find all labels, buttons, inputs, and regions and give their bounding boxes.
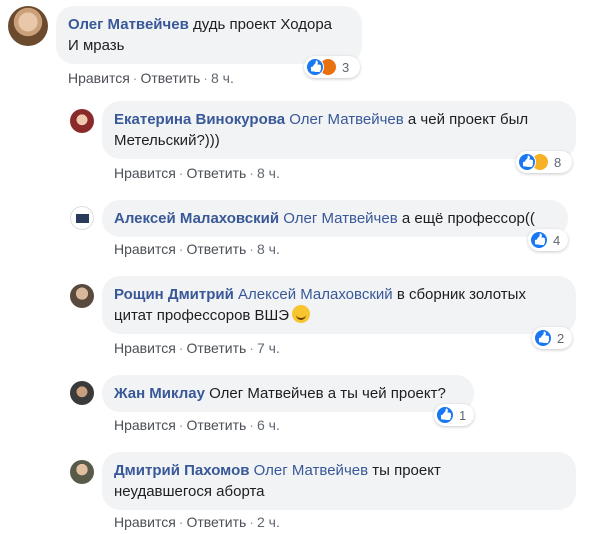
reaction-summary[interactable]: 8 — [516, 151, 572, 173]
comment-actions: Нравится · Ответить · 7 ч. — [114, 340, 280, 356]
reaction-count: 3 — [342, 59, 350, 75]
reply-link[interactable]: Ответить — [140, 70, 200, 86]
mention-link[interactable]: Олег Матвейчев — [289, 111, 403, 128]
avatar[interactable] — [70, 206, 94, 230]
mention-link[interactable]: Олег Матвейчев — [254, 462, 368, 479]
comment-author[interactable]: Екатерина Винокурова — [114, 111, 285, 128]
like-link[interactable]: Нравится — [114, 417, 176, 433]
comment-actions: Нравится · Ответить · 6 ч. — [114, 417, 280, 433]
comment-author[interactable]: Олег Матвейчев — [68, 16, 189, 33]
timestamp[interactable]: 8 ч. — [257, 241, 280, 257]
comment-actions: Нравится · Ответить · 8 ч. — [114, 241, 280, 257]
like-reaction-icon — [518, 153, 536, 171]
comment-text: цитат профессоров ВШЭ — [114, 307, 290, 324]
reaction-count: 1 — [459, 407, 467, 423]
like-link[interactable]: Нравится — [114, 514, 176, 530]
smile-emoji-icon — [292, 305, 311, 323]
comment-author[interactable]: Дмитрий Пахомов — [114, 462, 249, 479]
comment-text: в сборник золотых — [396, 286, 526, 303]
timestamp[interactable]: 8 ч. — [257, 165, 280, 181]
timestamp[interactable]: 7 ч. — [257, 340, 280, 356]
comment-text: а ты чей проект? — [327, 385, 446, 402]
comment-text: ты проект — [372, 462, 441, 479]
reply-link[interactable]: Ответить — [186, 241, 246, 257]
comment-text: И мразь — [68, 37, 125, 54]
mention-link[interactable]: Алексей Малаховский — [238, 286, 393, 303]
mention-link[interactable]: Олег Матвейчев — [283, 210, 397, 227]
comment-text: Метельский?))) — [114, 132, 220, 149]
avatar[interactable] — [70, 460, 94, 484]
timestamp[interactable]: 2 ч. — [257, 514, 280, 530]
avatar[interactable] — [8, 6, 48, 46]
like-reaction-icon — [306, 58, 324, 76]
comment-bubble: Дмитрий Пахомов Олег Матвейчев ты проект… — [102, 452, 576, 510]
comment-author[interactable]: Рощин Дмитрий — [114, 286, 234, 303]
reaction-count: 4 — [553, 232, 561, 248]
reply-link[interactable]: Ответить — [186, 165, 246, 181]
comment-text: а чей проект был — [407, 111, 529, 128]
reply-link[interactable]: Ответить — [186, 417, 246, 433]
timestamp[interactable]: 6 ч. — [257, 417, 280, 433]
like-link[interactable]: Нравится — [68, 70, 130, 86]
like-link[interactable]: Нравится — [114, 241, 176, 257]
reply-link[interactable]: Ответить — [186, 514, 246, 530]
reaction-count: 2 — [557, 330, 565, 346]
timestamp[interactable]: 8 ч. — [211, 70, 234, 86]
avatar[interactable] — [70, 109, 94, 133]
like-reaction-icon — [530, 231, 548, 249]
like-reaction-icon — [534, 329, 552, 347]
comment-bubble: Рощин Дмитрий Алексей Малаховский в сбор… — [102, 276, 576, 334]
comment-actions: Нравится · Ответить · 2 ч. — [114, 514, 280, 530]
comment-bubble: Екатерина Винокурова Олег Матвейчев а че… — [102, 101, 576, 159]
comment-text: дудь проект Ходора — [192, 16, 333, 33]
like-link[interactable]: Нравится — [114, 165, 176, 181]
avatar[interactable] — [70, 381, 94, 405]
reaction-summary[interactable]: 4 — [528, 229, 568, 251]
reaction-summary[interactable]: 1 — [434, 404, 474, 426]
reaction-summary[interactable]: 2 — [532, 327, 572, 349]
comment-bubble: Жан Миклау Олег Матвейчев а ты чей проек… — [102, 375, 474, 412]
avatar[interactable] — [70, 284, 94, 308]
reaction-count: 8 — [554, 154, 562, 170]
comment-actions: Нравится · Ответить · 8 ч. — [68, 70, 234, 86]
like-reaction-icon — [436, 406, 454, 424]
like-link[interactable]: Нравится — [114, 340, 176, 356]
comment-bubble: Алексей Малаховский Олег Матвейчев а ещё… — [102, 200, 568, 237]
mention-link[interactable]: Олег Матвейчев — [209, 385, 323, 402]
comment-author[interactable]: Алексей Малаховский — [114, 210, 279, 227]
reaction-summary[interactable]: 3 — [304, 56, 360, 78]
comment-text: а ещё профессор(( — [401, 210, 535, 227]
comment-actions: Нравится · Ответить · 8 ч. — [114, 165, 280, 181]
comment-author[interactable]: Жан Миклау — [114, 385, 205, 402]
comment-text: неудавшегося аборта — [114, 483, 265, 500]
reply-link[interactable]: Ответить — [186, 340, 246, 356]
